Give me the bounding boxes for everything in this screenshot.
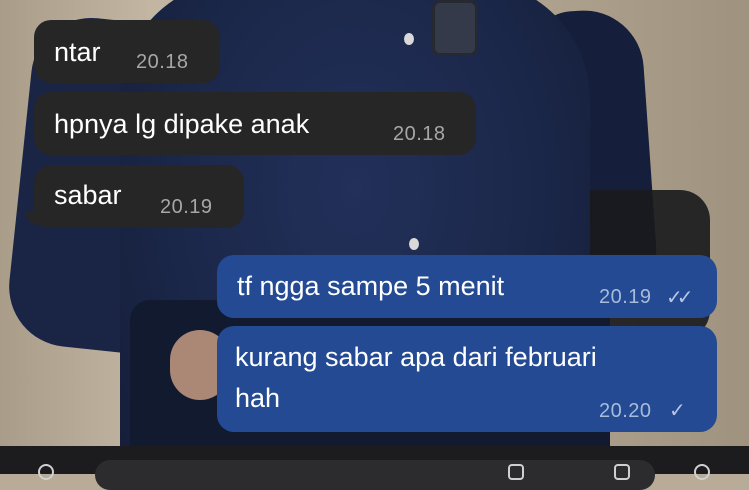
sticker-icon[interactable] [508,464,524,480]
message-time: 20.19 [160,196,213,218]
attach-icon[interactable] [38,464,54,480]
message-text: sabar [54,180,122,210]
message-time: 20.20 [599,400,652,422]
sent-check-icon: ✓ [669,400,686,422]
wallpaper-sunglasses [432,0,478,56]
message-time: 20.18 [136,51,189,73]
message-bubble-outgoing[interactable]: kurang sabar apa dari februari hah 20.20… [217,326,717,432]
message-text-line: kurang sabar apa dari februari [235,342,597,372]
camera-icon[interactable] [614,464,630,480]
message-input-field[interactable] [95,460,655,490]
message-bubble-incoming[interactable]: hpnya lg dipake anak 20.18 [34,92,476,155]
message-time: 20.18 [393,123,446,145]
wallpaper-shirt-button [409,238,419,250]
message-text: ntar [54,37,101,67]
message-bubble-incoming[interactable]: ntar 20.18 [34,20,220,83]
message-text: tf ngga sampe 5 menit [237,271,505,301]
message-time: 20.19 [599,286,652,308]
message-bubble-outgoing[interactable]: tf ngga sampe 5 menit 20.19 ✓✓ [217,255,717,318]
read-receipt-icon: ✓✓ [666,287,693,309]
message-text-line: hah [235,383,281,413]
message-text: hpnya lg dipake anak [54,109,310,139]
mic-icon[interactable] [694,464,710,480]
message-bubble-incoming[interactable]: sabar 20.19 [34,165,244,228]
wallpaper-shirt-button [404,33,414,45]
